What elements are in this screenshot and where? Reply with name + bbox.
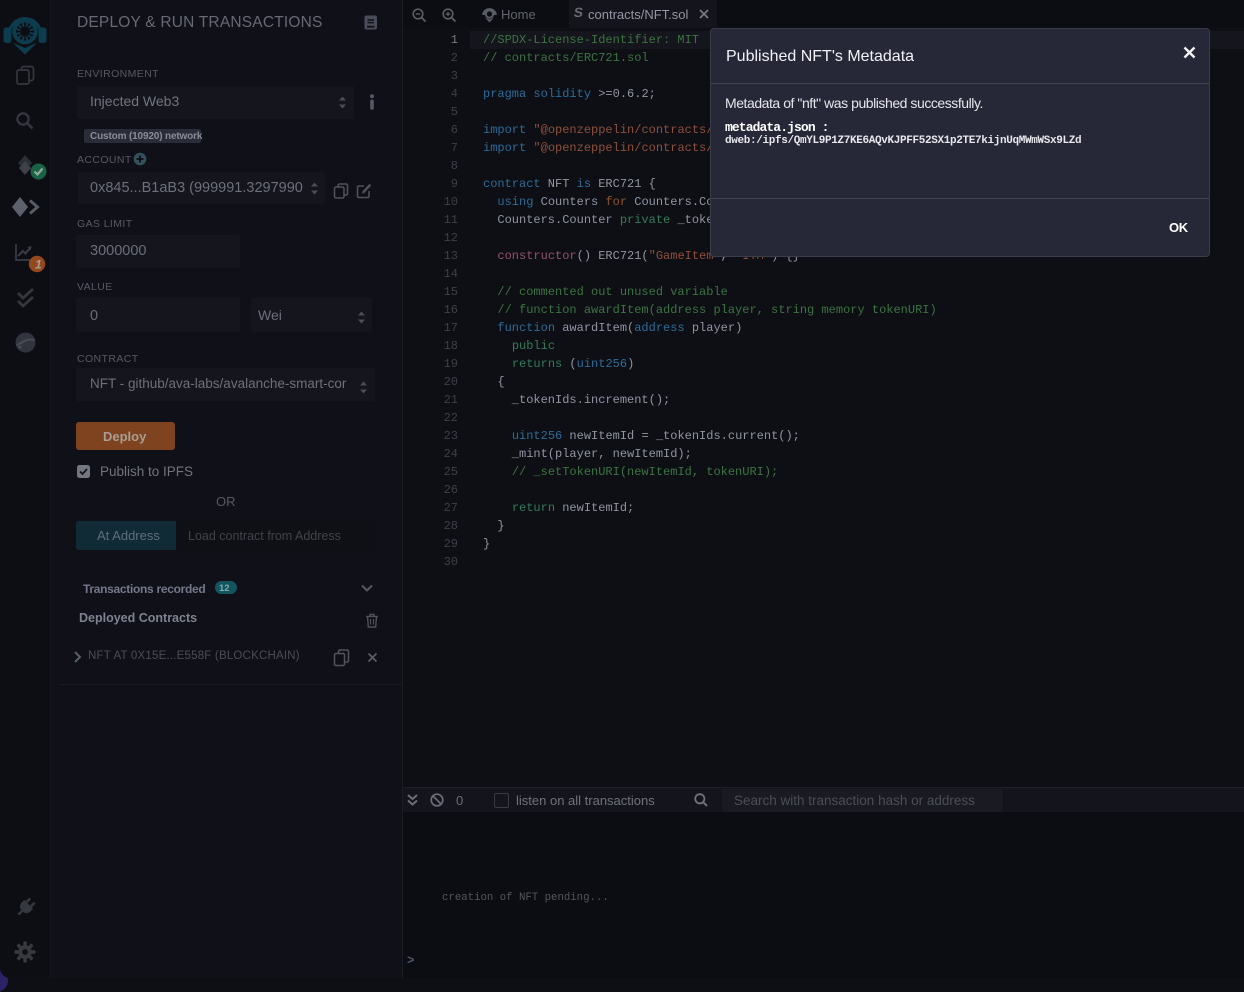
svg-text:1: 1 (35, 258, 42, 272)
